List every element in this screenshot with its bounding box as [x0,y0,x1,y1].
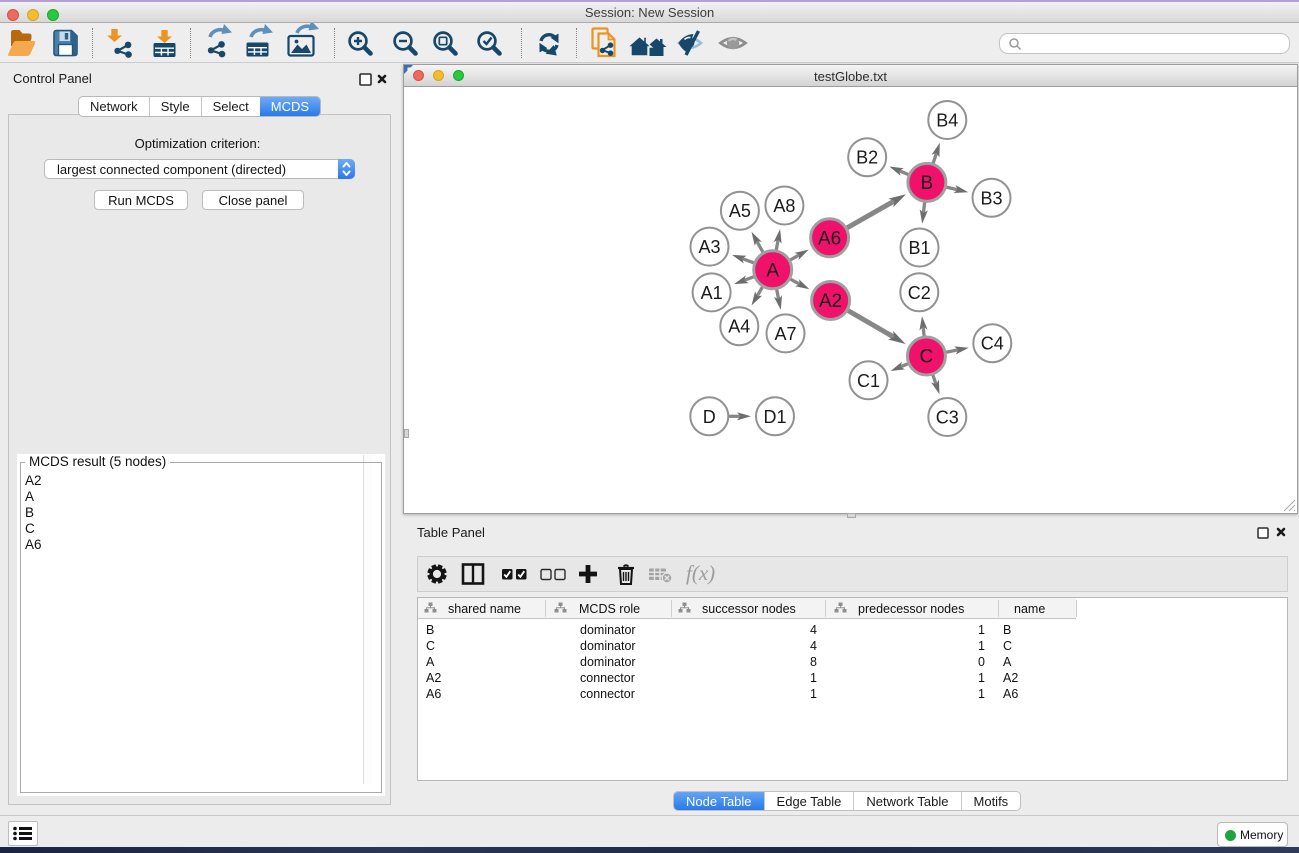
svg-text:A6: A6 [818,228,841,249]
svg-text:C3: C3 [936,408,959,428]
svg-text:A7: A7 [774,324,796,344]
svg-text:C4: C4 [981,334,1004,354]
svg-text:A: A [766,260,779,281]
svg-text:B4: B4 [936,111,958,131]
svg-text:D1: D1 [763,407,786,427]
svg-text:C1: C1 [857,371,880,391]
svg-text:B: B [921,173,934,194]
svg-text:C2: C2 [908,283,931,303]
svg-text:A4: A4 [728,317,750,337]
svg-text:A5: A5 [729,201,751,221]
svg-text:A3: A3 [698,237,720,257]
svg-text:A8: A8 [773,196,795,216]
svg-text:B2: B2 [856,148,878,168]
svg-text:B1: B1 [908,238,930,258]
svg-text:B3: B3 [980,188,1002,208]
svg-text:A1: A1 [701,283,723,303]
svg-text:C: C [920,347,934,368]
svg-text:A2: A2 [819,291,842,312]
svg-text:D: D [703,407,716,427]
